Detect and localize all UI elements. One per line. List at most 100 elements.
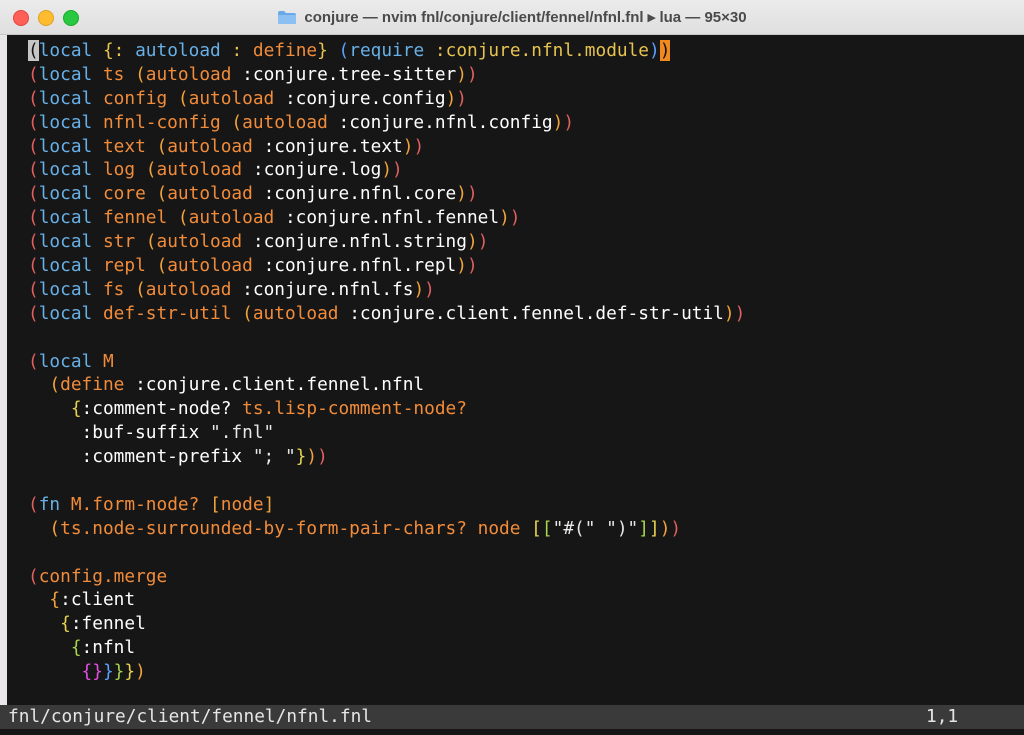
- code-line[interactable]: {:nfnl: [28, 636, 1018, 660]
- code-token: {}: [81, 661, 103, 683]
- code-token: ts.lisp-comment-node?: [242, 398, 467, 420]
- code-token: "#(" ")": [552, 517, 639, 539]
- code-token: ]: [648, 517, 660, 539]
- code-token: (: [49, 374, 61, 396]
- text-cursor: (: [28, 40, 39, 61]
- code-token: fennel: [102, 207, 178, 229]
- code-token: ): [563, 111, 575, 133]
- code-token: (: [156, 135, 168, 157]
- code-line[interactable]: (local log (autoload :conjure.log)): [28, 158, 1018, 182]
- code-line[interactable]: (local config (autoload :conjure.config)…: [28, 87, 1018, 111]
- code-line[interactable]: (local text (autoload :conjure.text)): [28, 135, 1018, 159]
- code-token: ): [649, 40, 660, 61]
- code-token: :conjure.log: [252, 159, 382, 181]
- code-line[interactable]: (define :conjure.client.fennel.nfnl: [28, 373, 1018, 397]
- code-token: local: [38, 135, 103, 157]
- code-token: (: [28, 302, 39, 324]
- code-line[interactable]: (local str (autoload :conjure.nfnl.strin…: [28, 230, 1018, 254]
- code-token: nfnl-config: [102, 111, 232, 133]
- code-token: :conjure.client.fennel.def-str-util: [349, 302, 724, 324]
- code-token: :conjure.text: [263, 135, 403, 157]
- code-line[interactable]: [28, 469, 1018, 493]
- code-token: :conjure.tree-sitter: [242, 63, 457, 85]
- code-line[interactable]: {}}}}): [28, 660, 1018, 684]
- code-editor[interactable]: (local {: autoload : define} (require :c…: [28, 39, 1018, 703]
- code-line[interactable]: (local fennel (autoload :conjure.nfnl.fe…: [28, 206, 1018, 230]
- code-token: (: [135, 278, 146, 300]
- code-token: local: [38, 350, 103, 372]
- code-line[interactable]: (local core (autoload :conjure.nfnl.core…: [28, 182, 1018, 206]
- code-line[interactable]: (local fs (autoload :conjure.nfnl.fs)): [28, 278, 1018, 302]
- code-token: ".fnl": [210, 422, 275, 444]
- code-token: ): [381, 159, 393, 181]
- code-line[interactable]: (local repl (autoload :conjure.nfnl.repl…: [28, 254, 1018, 278]
- window-left-border: [0, 35, 7, 735]
- code-token: :: [113, 40, 136, 61]
- code-token: (: [28, 87, 39, 109]
- code-token: :: [231, 40, 253, 61]
- code-token: autoload: [167, 183, 264, 205]
- code-token: :buf-suffix: [81, 422, 210, 444]
- code-token: :conjure.nfnl.repl: [263, 255, 457, 277]
- code-token: ): [456, 255, 467, 277]
- code-token: (: [28, 231, 39, 253]
- code-token: config: [102, 87, 178, 109]
- code-token: ): [392, 159, 403, 181]
- code-line[interactable]: :comment-prefix "; "})): [28, 445, 1018, 469]
- window-title-area: conjure — nvim fnl/conjure/client/fennel…: [0, 0, 1024, 34]
- code-token: autoload: [145, 278, 243, 300]
- code-token: [: [531, 517, 542, 539]
- code-token: :client: [60, 589, 136, 611]
- code-token: }: [124, 661, 136, 683]
- code-line[interactable]: [28, 541, 1018, 565]
- code-token: ts: [102, 63, 136, 85]
- code-token: local: [38, 159, 103, 181]
- code-token: :nfnl: [81, 637, 136, 659]
- code-line[interactable]: {:comment-node? ts.lisp-comment-node?: [28, 397, 1018, 421]
- code-token: ): [734, 302, 746, 324]
- code-token: local: [38, 40, 103, 61]
- code-line[interactable]: (local def-str-util (autoload :conjure.c…: [28, 302, 1018, 326]
- window-title: conjure — nvim fnl/conjure/client/fennel…: [304, 9, 747, 26]
- code-line[interactable]: (ts.node-surrounded-by-form-pair-chars? …: [28, 517, 1018, 541]
- code-token: ): [317, 446, 328, 468]
- code-token: {: [49, 589, 61, 611]
- code-line[interactable]: {:fennel: [28, 612, 1018, 636]
- code-token: :comment-prefix: [81, 446, 253, 468]
- code-line[interactable]: [28, 326, 1018, 350]
- code-token: autoload: [156, 159, 253, 181]
- code-token: (: [231, 111, 243, 133]
- code-line[interactable]: {:client: [28, 588, 1018, 612]
- code-token: (: [28, 111, 39, 133]
- code-token: ): [723, 302, 735, 324]
- code-token: :conjure.nfnl.core: [263, 183, 457, 205]
- code-line[interactable]: :buf-suffix ".fnl": [28, 421, 1018, 445]
- folder-icon: [277, 10, 297, 25]
- code-token: str: [102, 231, 146, 253]
- code-line[interactable]: (config.merge: [28, 565, 1018, 589]
- title-bar[interactable]: conjure — nvim fnl/conjure/client/fennel…: [0, 0, 1024, 35]
- code-token: ): [413, 135, 425, 157]
- code-line[interactable]: (local M: [28, 350, 1018, 374]
- code-token: text: [102, 135, 157, 157]
- code-line[interactable]: (fn M.form-node? [node]: [28, 493, 1018, 517]
- code-line[interactable]: (local nfnl-config (autoload :conjure.nf…: [28, 111, 1018, 135]
- code-token: (: [28, 183, 39, 205]
- code-line[interactable]: (local {: autoload : define} (require :c…: [28, 39, 1018, 63]
- code-token: (: [28, 63, 39, 85]
- code-line[interactable]: (local ts (autoload :conjure.tree-sitter…: [28, 63, 1018, 87]
- code-token: ): [466, 231, 478, 253]
- status-file-path: fnl/conjure/client/fennel/nfnl.fnl: [8, 706, 372, 727]
- code-token: core: [102, 183, 157, 205]
- code-token: def-str-util: [102, 302, 243, 324]
- command-line[interactable]: [0, 729, 1024, 735]
- code-token: :conjure.client.fennel.nfnl: [135, 374, 425, 396]
- code-token: [: [210, 493, 221, 515]
- code-token: ): [306, 446, 318, 468]
- code-token: }: [102, 661, 114, 683]
